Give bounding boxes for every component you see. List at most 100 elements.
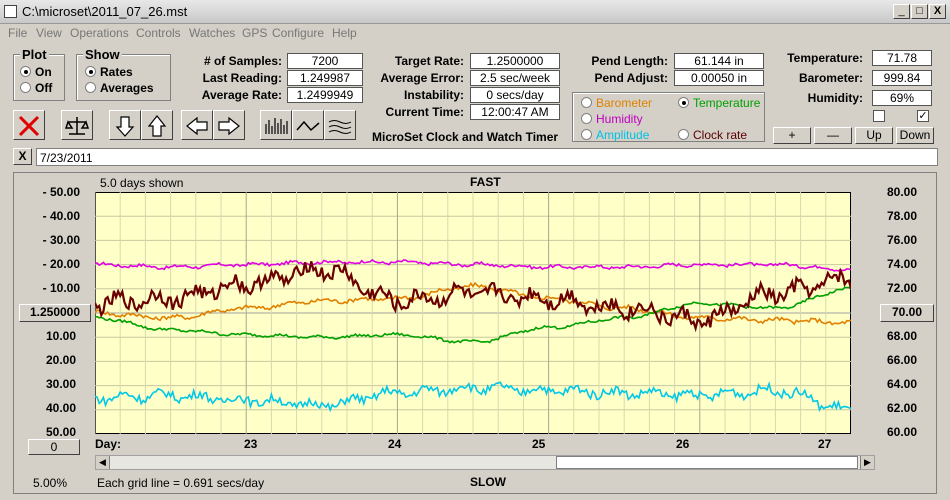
humidity-label: Humidity: [807,91,863,105]
plot-group: Plot On Off [13,47,65,101]
scale-icon [65,117,89,135]
bottom-left-button[interactable]: 0 [28,439,80,455]
wave-graph-icon [328,120,352,134]
scroll-left-icon[interactable]: ◀ [96,456,110,469]
menu-operations[interactable]: Operations [70,26,129,40]
app-icon [4,5,17,18]
bar-graph-button[interactable] [260,110,292,140]
last-reading-value: 1.249987 [287,70,363,86]
right-tick-label: 78.00 [887,209,918,223]
time-scrollbar[interactable]: ◀ ▶ [95,455,875,470]
line-graph-icon [296,120,320,132]
arrow-up-button[interactable] [141,110,173,140]
app-name-label: MicroSet Clock and Watch Timer [372,130,559,144]
arrow-down-icon [115,116,135,137]
date-input[interactable]: 7/23/2011 [36,148,938,166]
left-tick-label: 10.00 [45,329,76,343]
clear-date-button[interactable]: X [13,148,32,165]
plot-on-label: On [35,65,52,79]
target-rate-value: 1.2500000 [470,53,560,69]
show-averages-radio[interactable]: Averages [85,81,154,95]
samples-value: 7200 [287,53,363,69]
clock-rate-option-label: Clock rate [693,128,748,142]
scroll-right-icon[interactable]: ▶ [860,456,874,469]
line-graph-button[interactable] [292,110,324,140]
scroll-thumb[interactable] [556,456,858,469]
option-checkbox-2[interactable]: ✓ [917,110,929,122]
instability-value: 0 secs/day [470,87,560,103]
plus-button[interactable]: + [773,127,811,144]
left-tick-value: 30.00 [49,233,80,247]
current-time-value: 12:00:47 AM [470,104,560,120]
barometer-value: 999.84 [872,70,932,86]
left-tick-value: 10.00 [49,281,80,295]
current-time-label: Current Time: [385,105,464,119]
arrow-up-icon [147,115,167,137]
left-tick-label: 40.00 [45,401,76,415]
option-checkbox-1[interactable] [873,110,885,122]
menu-bar: File View Operations Controls Watches GP… [0,24,950,42]
barometer-option-label: Barometer [596,96,653,110]
target-rate-label: Target Rate: [394,54,464,68]
close-button[interactable]: X [929,4,946,19]
arrow-down-button[interactable] [109,110,141,140]
menu-gps[interactable]: GPS [242,26,267,40]
maximize-button[interactable]: □ [911,4,928,19]
red-x-icon [18,115,40,137]
temperature-value: 71.78 [872,50,932,66]
menu-configure[interactable]: Configure [272,26,324,40]
right-tick-label: 64.00 [887,377,918,391]
menu-watches[interactable]: Watches [189,26,235,40]
center-value-button[interactable]: 1.250000 [19,304,91,322]
window-title: C:\microset\2011_07_26.mst [22,4,188,19]
menu-help[interactable]: Help [332,26,357,40]
amplitude-radio[interactable]: Amplitude [581,128,649,142]
humidity-radio[interactable]: Humidity [581,112,643,126]
left-tick-label: - 50.00 [42,185,80,199]
plot-area [95,192,851,434]
menu-file[interactable]: File [8,26,27,40]
minus-button[interactable]: — [814,127,852,144]
arrow-right-button[interactable] [213,110,245,140]
pend-length-value: 61.144 in [674,53,764,69]
down-button[interactable]: Down [896,127,934,144]
show-rates-label: Rates [100,65,133,79]
humidity-option-label: Humidity [596,112,643,126]
barometer-radio[interactable]: Barometer [581,96,652,110]
balance-button[interactable] [61,110,93,140]
minimize-button[interactable]: _ [893,4,910,19]
menu-view[interactable]: View [36,26,62,40]
show-group-title: Show [83,47,122,62]
average-error-value: 2.5 sec/week [470,70,560,86]
humidity-value: 69% [872,90,932,106]
show-group: Show Rates Averages [76,47,171,101]
arrow-left-icon [186,116,208,136]
right-tick-label: 74.00 [887,257,918,271]
up-button[interactable]: Up [855,127,893,144]
stop-button[interactable] [13,110,45,140]
temperature-label: Temperature: [787,51,863,65]
show-rates-radio[interactable]: Rates [85,65,133,79]
left-tick-value: 40.00 [49,209,80,223]
left-tick-label: - 40.00 [42,209,80,223]
instability-label: Instability: [403,88,464,102]
plot-off-radio[interactable]: Off [20,81,52,95]
temperature-option-label: Temperature [693,96,761,110]
clock-rate-radio[interactable]: Clock rate [678,128,747,142]
average-error-label: Average Error: [380,71,464,85]
average-rate-value: 1.2499949 [287,87,363,103]
arrow-left-button[interactable] [181,110,213,140]
menu-controls[interactable]: Controls [136,26,181,40]
barometer-label: Barometer: [798,71,863,85]
plot-on-radio[interactable]: On [20,65,52,79]
right-center-button[interactable]: 70.00 [880,304,934,322]
left-tick-label: 20.00 [45,353,76,367]
left-tick-value: 50.00 [49,185,80,199]
show-averages-label: Averages [100,81,154,95]
left-tick-label: - 10.00 [42,281,80,295]
pend-length-label: Pend Length: [591,54,668,68]
temperature-radio[interactable]: Temperature [678,96,760,110]
x-tick-label: 24 [388,437,402,451]
left-tick-label: 30.00 [45,377,76,391]
wave-graph-button[interactable] [324,110,356,140]
